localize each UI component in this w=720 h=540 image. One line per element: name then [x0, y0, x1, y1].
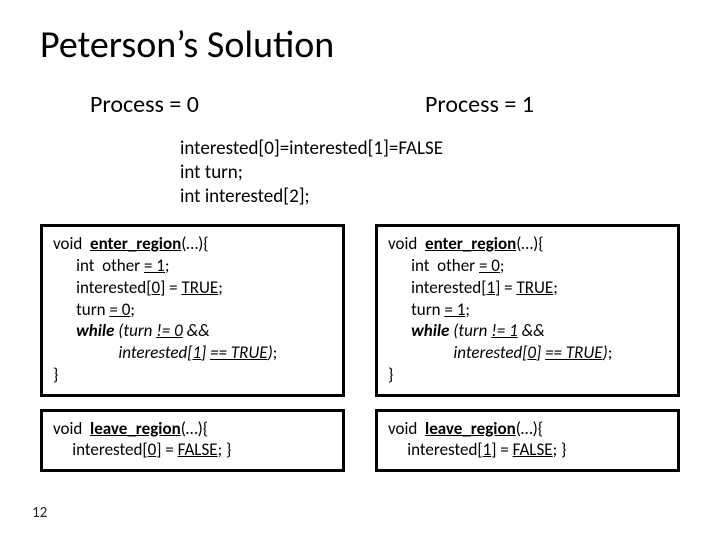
- process-1-column: void enter_region(…){ int other = 0; int…: [375, 224, 680, 484]
- process-1-header: Process = 1: [425, 90, 680, 119]
- leave-region-code-1: void leave_region(…){ interested[1] = FA…: [388, 418, 667, 462]
- shared-line-2: int turn;: [180, 161, 680, 185]
- enter-region-box-1: void enter_region(…){ int other = 0; int…: [375, 224, 680, 396]
- shared-line-1: interested[0]=interested[1]=FALSE: [180, 137, 680, 161]
- slide-title: Peterson’s Solution: [40, 22, 680, 68]
- process-0-header: Process = 0: [90, 90, 345, 119]
- process-0-column: void enter_region(…){ int other = 1; int…: [40, 224, 345, 484]
- leave-region-code-0: void leave_region(…){ interested[0] = FA…: [53, 418, 332, 462]
- enter-region-code-1: void enter_region(…){ int other = 0; int…: [388, 233, 667, 385]
- slide: Peterson’s Solution Process = 0 Process …: [0, 0, 720, 540]
- code-columns: void enter_region(…){ int other = 1; int…: [40, 224, 680, 484]
- shared-line-3: int interested[2];: [180, 185, 680, 209]
- page-number: 12: [32, 504, 47, 522]
- leave-region-box-1: void leave_region(…){ interested[1] = FA…: [375, 409, 680, 473]
- enter-region-box-0: void enter_region(…){ int other = 1; int…: [40, 224, 345, 396]
- shared-declarations: interested[0]=interested[1]=FALSE int tu…: [180, 137, 680, 208]
- header-row: Process = 0 Process = 1: [40, 90, 680, 131]
- enter-region-code-0: void enter_region(…){ int other = 1; int…: [53, 233, 332, 385]
- leave-region-box-0: void leave_region(…){ interested[0] = FA…: [40, 409, 345, 473]
